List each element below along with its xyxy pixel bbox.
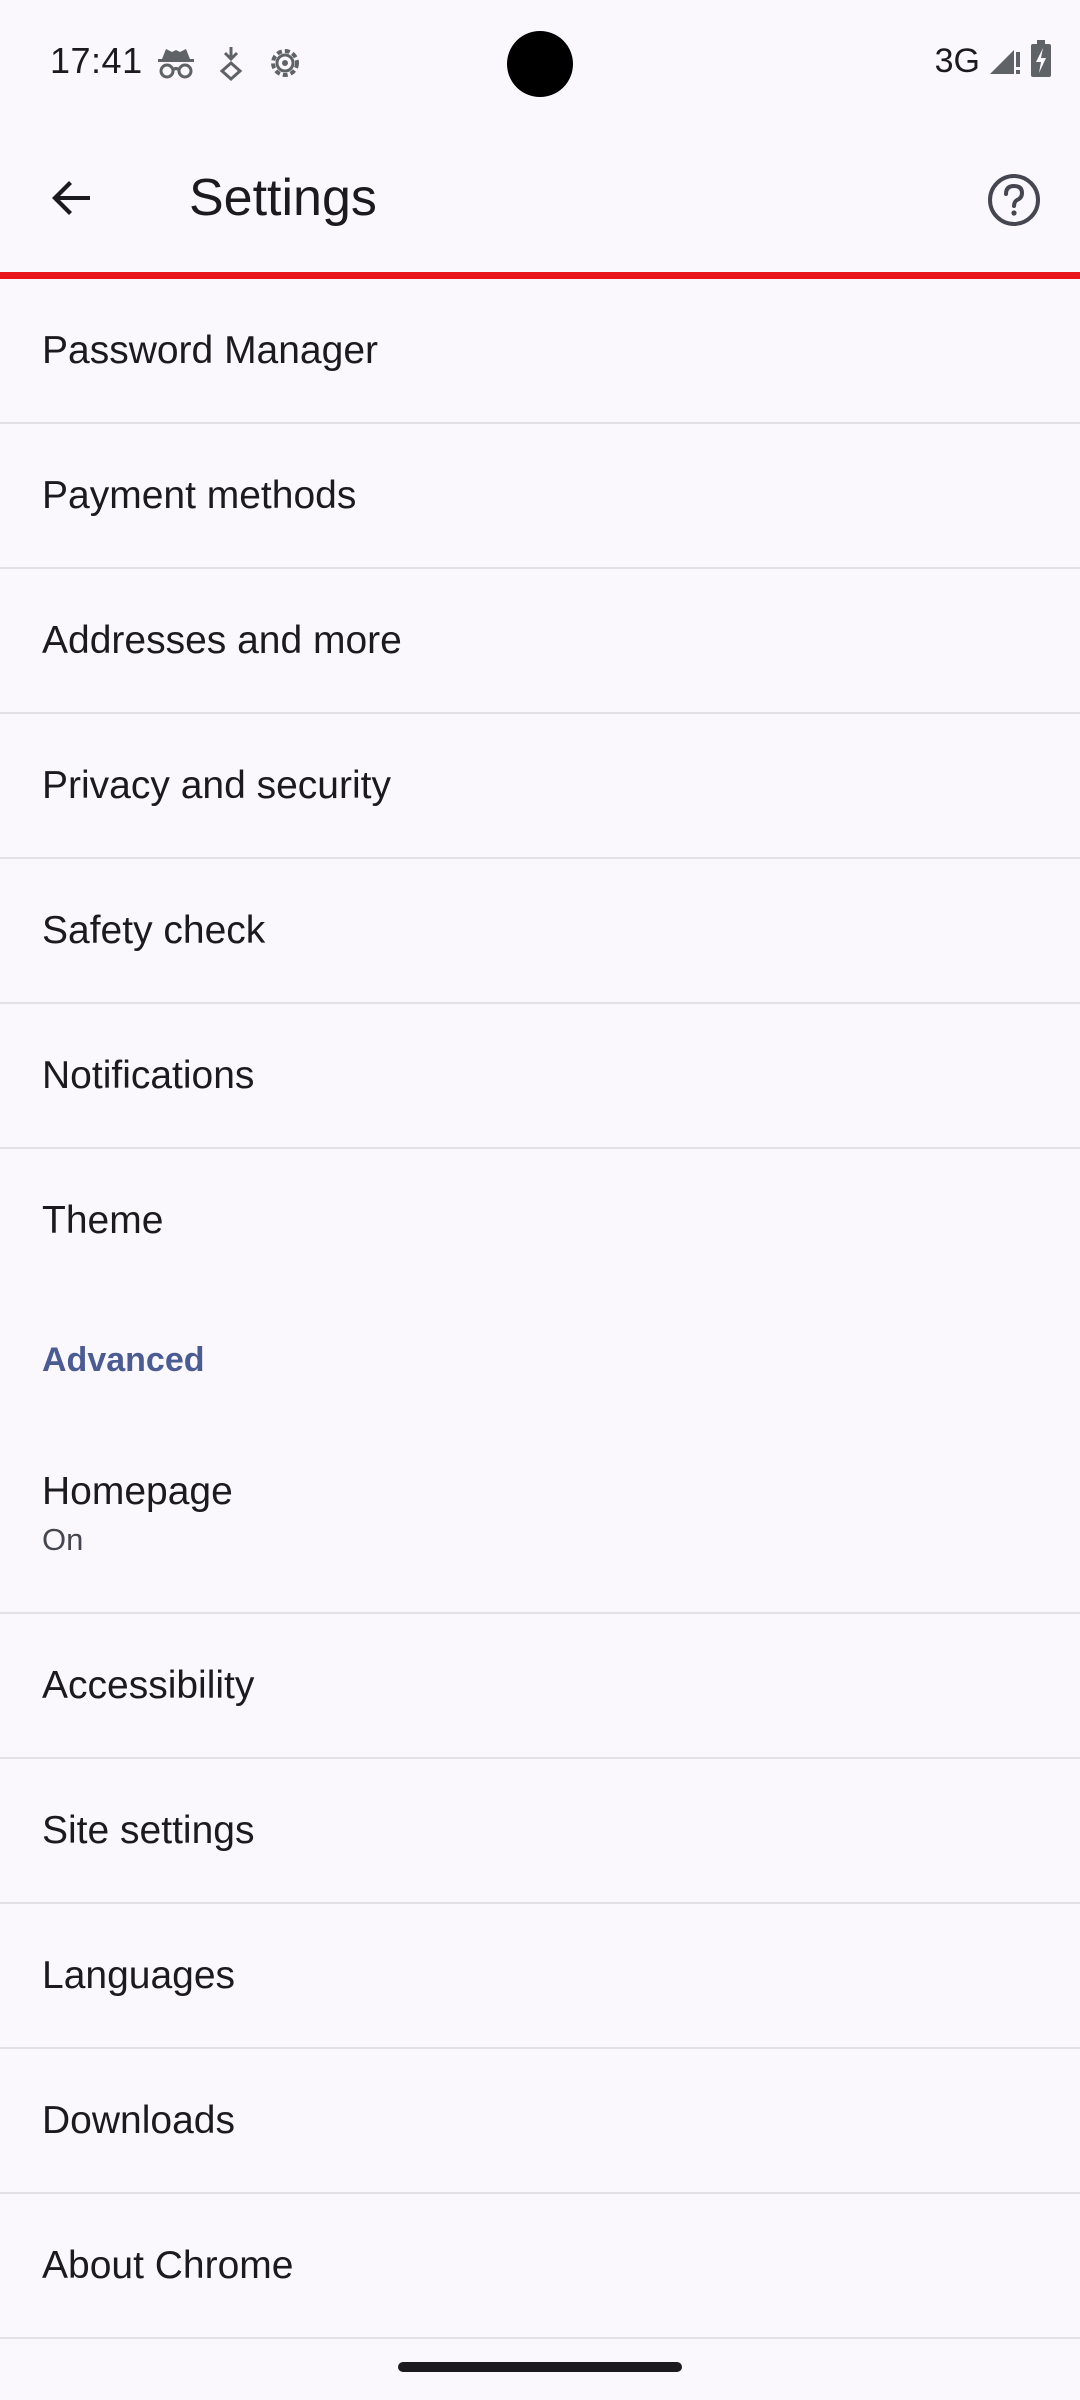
- settings-item-label: Addresses and more: [42, 618, 402, 662]
- status-time: 17:41: [50, 40, 143, 81]
- help-circle-icon: [986, 172, 1042, 233]
- status-icons-left: [156, 44, 304, 82]
- settings-item-label: Languages: [42, 1953, 236, 1997]
- signal-icon: [988, 42, 1022, 81]
- arrow-back-icon: [50, 176, 94, 225]
- data-saver-icon: [216, 45, 246, 81]
- status-icons-right: 3G: [935, 40, 1052, 83]
- settings-item-notifications[interactable]: Notifications: [0, 1004, 1080, 1149]
- settings-item-safety-check[interactable]: Safety check: [0, 859, 1080, 1004]
- settings-item-about-chrome[interactable]: About Chrome: [0, 2194, 1080, 2339]
- settings-item-summary: On: [42, 1522, 84, 1557]
- settings-gear-icon: [266, 44, 304, 82]
- settings-item-label: Payment methods: [42, 473, 357, 517]
- settings-item-privacy-security[interactable]: Privacy and security: [0, 714, 1080, 859]
- back-button[interactable]: [32, 160, 112, 240]
- settings-item-label: Theme: [42, 1198, 164, 1242]
- gesture-navigation-handle[interactable]: [398, 2362, 682, 2372]
- settings-item-homepage[interactable]: Homepage On: [0, 1416, 1080, 1614]
- settings-item-site-settings[interactable]: Site settings: [0, 1759, 1080, 1904]
- settings-item-payment-methods[interactable]: Payment methods: [0, 424, 1080, 569]
- settings-item-label: Safety check: [42, 908, 266, 952]
- section-header-advanced: Advanced: [0, 1292, 1080, 1416]
- status-bar: 17:41 3G: [0, 0, 1080, 128]
- help-button[interactable]: [972, 160, 1056, 244]
- settings-list: Password Manager Payment methods Address…: [0, 279, 1080, 2339]
- settings-item-label: About Chrome: [42, 2243, 294, 2287]
- settings-item-label: Homepage: [42, 1470, 233, 1513]
- settings-item-accessibility[interactable]: Accessibility: [0, 1614, 1080, 1759]
- settings-item-label: Downloads: [42, 2098, 235, 2142]
- app-bar: Settings: [0, 128, 1080, 274]
- settings-item-downloads[interactable]: Downloads: [0, 2049, 1080, 2194]
- section-header-label: Advanced: [42, 1341, 205, 1379]
- settings-item-label: Site settings: [42, 1808, 255, 1852]
- settings-item-addresses[interactable]: Addresses and more: [0, 569, 1080, 714]
- settings-item-languages[interactable]: Languages: [0, 1904, 1080, 2049]
- settings-item-password-manager[interactable]: Password Manager: [0, 279, 1080, 424]
- network-type-label: 3G: [934, 42, 980, 80]
- settings-item-label: Password Manager: [42, 328, 378, 372]
- settings-item-label: Accessibility: [42, 1663, 255, 1707]
- battery-charging-icon: [1030, 40, 1052, 83]
- settings-item-theme[interactable]: Theme: [0, 1149, 1080, 1292]
- settings-item-label: Privacy and security: [42, 763, 391, 807]
- settings-item-label: Notifications: [42, 1053, 255, 1097]
- page-title: Settings: [189, 169, 377, 227]
- incognito-icon: [156, 45, 196, 81]
- page-load-progress-bar: [0, 272, 1080, 279]
- camera-cutout: [507, 31, 573, 97]
